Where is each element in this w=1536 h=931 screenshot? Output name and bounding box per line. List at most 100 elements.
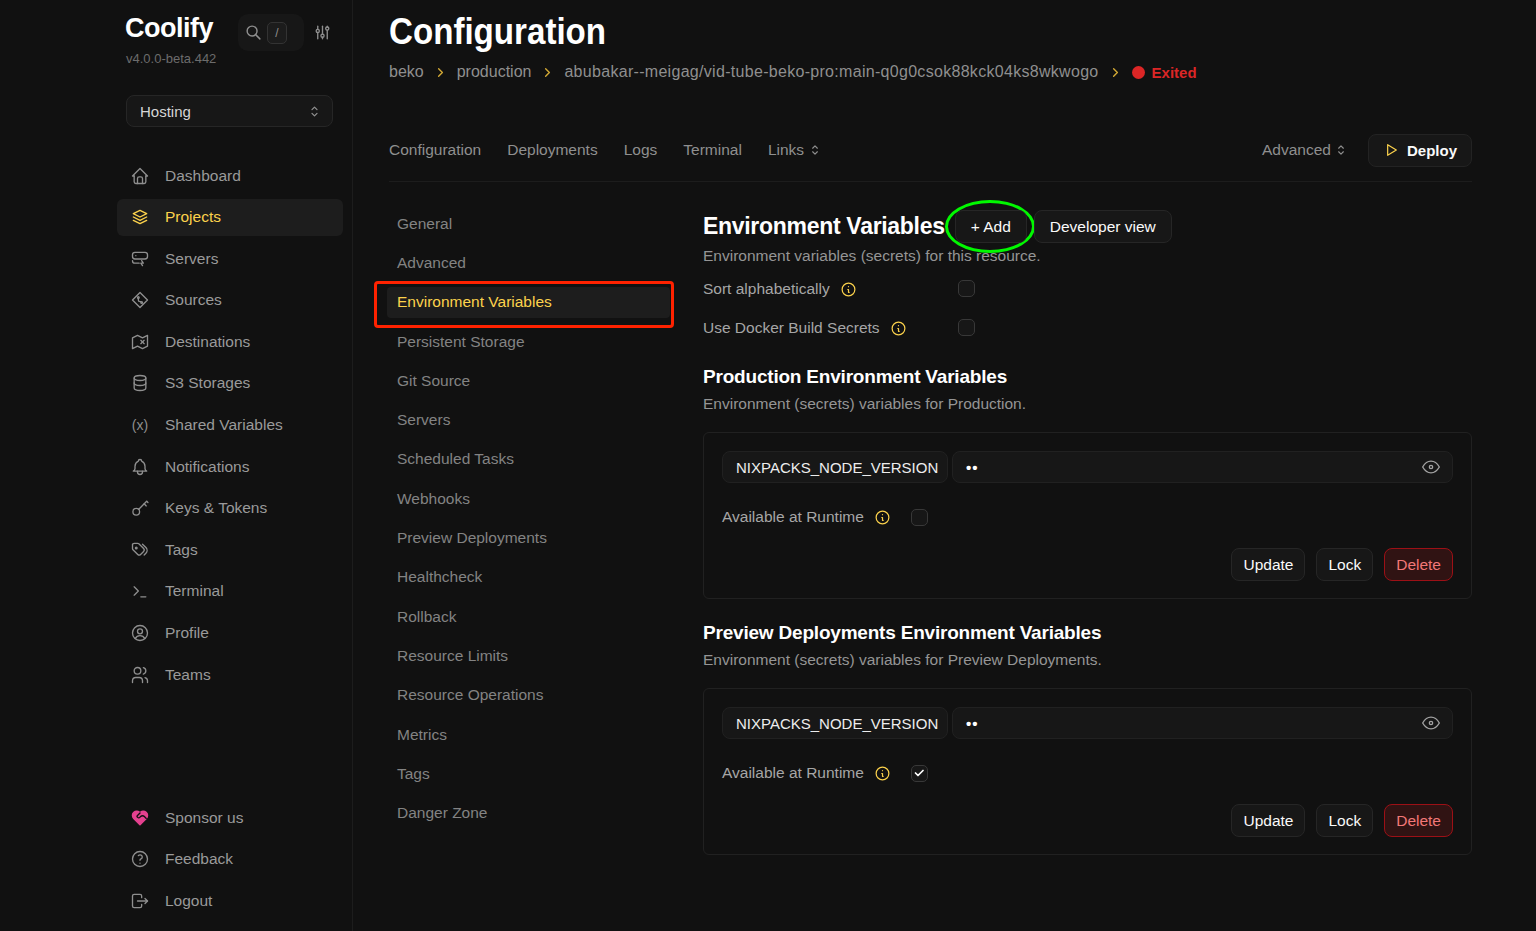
- subnav-item-scheduled-tasks[interactable]: Scheduled Tasks: [387, 444, 670, 475]
- sidebar-item-terminal[interactable]: Terminal: [117, 573, 343, 610]
- user-circle-icon: [130, 623, 150, 643]
- subnav-item-general[interactable]: General: [387, 208, 670, 239]
- status-dot: [1132, 66, 1145, 79]
- sidebar-item-feedback[interactable]: Feedback: [117, 841, 343, 878]
- subnav-item-resource-limits[interactable]: Resource Limits: [387, 640, 670, 671]
- sidebar-nav: Dashboard Projects Servers Sources Desti…: [117, 157, 343, 698]
- env-subtitle: Environment variables (secrets) for this…: [703, 246, 1472, 266]
- var-card-actions: Update Lock Delete: [722, 548, 1453, 581]
- sidebar-item-teams[interactable]: Teams: [117, 656, 343, 693]
- breadcrumb-project[interactable]: beko: [389, 63, 424, 81]
- page-title: Configuration: [389, 11, 606, 53]
- tab-configuration[interactable]: Configuration: [389, 141, 481, 159]
- update-button[interactable]: Update: [1231, 548, 1305, 581]
- tabbar-divider: [389, 181, 1472, 182]
- tabbar: Configuration Deployments Logs Terminal …: [389, 133, 1472, 167]
- runtime-label: Available at Runtime: [722, 764, 864, 782]
- sort-alphabetically-label: Sort alphabetically: [703, 280, 830, 298]
- chevron-right-icon: [540, 65, 555, 80]
- var-value-input[interactable]: ••: [952, 451, 1453, 483]
- tab-links[interactable]: Links: [768, 141, 822, 159]
- lock-button[interactable]: Lock: [1316, 548, 1373, 581]
- subnav-item-rollback[interactable]: Rollback: [387, 601, 670, 632]
- subnav-item-metrics[interactable]: Metrics: [387, 719, 670, 750]
- chevron-right-icon: [1108, 65, 1123, 80]
- var-name-input[interactable]: NIXPACKS_NODE_VERSION: [722, 451, 948, 483]
- tab-logs[interactable]: Logs: [624, 141, 658, 159]
- sidebar-item-label: Profile: [165, 624, 209, 642]
- deploy-label: Deploy: [1407, 142, 1457, 159]
- subnav-item-servers[interactable]: Servers: [387, 404, 670, 435]
- sidebar-item-notifications[interactable]: Notifications: [117, 448, 343, 485]
- docker-build-secrets-row: Use Docker Build Secrets: [703, 319, 1472, 337]
- advanced-select[interactable]: Advanced: [1262, 141, 1348, 159]
- update-button[interactable]: Update: [1231, 804, 1305, 837]
- sidebar-item-dashboard[interactable]: Dashboard: [117, 157, 343, 194]
- sidebar: Coolify / v4.0.0-beta.442 Hosting Dashbo…: [0, 0, 353, 931]
- tab-links-label: Links: [768, 141, 804, 159]
- heart-handshake-icon: [130, 808, 150, 828]
- team-select[interactable]: Hosting: [126, 95, 333, 127]
- sidebar-item-keys-tokens[interactable]: Keys & Tokens: [117, 490, 343, 527]
- var-row: NIXPACKS_NODE_VERSION ••: [722, 451, 1453, 483]
- env-heading-row: Environment Variables + Add Developer vi…: [703, 210, 1472, 243]
- sidebar-item-label: Destinations: [165, 333, 250, 351]
- sidebar-item-servers[interactable]: Servers: [117, 240, 343, 277]
- var-name-input[interactable]: NIXPACKS_NODE_VERSION: [722, 707, 948, 739]
- subnav-item-resource-operations[interactable]: Resource Operations: [387, 680, 670, 711]
- help-circle-icon: [130, 849, 150, 869]
- delete-button[interactable]: Delete: [1384, 804, 1453, 837]
- sidebar-item-label: Shared Variables: [165, 416, 283, 434]
- subnav-item-preview-deployments[interactable]: Preview Deployments: [387, 522, 670, 553]
- sidebar-item-destinations[interactable]: Destinations: [117, 323, 343, 360]
- advanced-label: Advanced: [1262, 141, 1331, 159]
- sidebar-item-projects[interactable]: Projects: [117, 199, 343, 236]
- tab-deployments[interactable]: Deployments: [507, 141, 597, 159]
- subnav-item-webhooks[interactable]: Webhooks: [387, 483, 670, 514]
- settings-sliders-icon[interactable]: [313, 23, 332, 42]
- play-icon: [1383, 142, 1399, 158]
- env-title: Environment Variables: [703, 213, 945, 240]
- sidebar-item-sponsor[interactable]: Sponsor us: [117, 799, 343, 836]
- terminal-icon: [130, 581, 150, 601]
- sidebar-item-logout[interactable]: Logout: [117, 882, 343, 919]
- runtime-checkbox-checked[interactable]: [911, 765, 928, 782]
- var-row: NIXPACKS_NODE_VERSION ••: [722, 707, 1453, 739]
- subnav-item-persistent-storage[interactable]: Persistent Storage: [387, 326, 670, 357]
- var-value-masked: ••: [966, 715, 979, 732]
- eye-icon[interactable]: [1421, 713, 1441, 733]
- lock-button[interactable]: Lock: [1316, 804, 1373, 837]
- subnav-item-healthcheck[interactable]: Healthcheck: [387, 562, 670, 593]
- sidebar-item-shared-variables[interactable]: (x)Shared Variables: [117, 407, 343, 444]
- tab-terminal[interactable]: Terminal: [683, 141, 742, 159]
- preview-var-card: NIXPACKS_NODE_VERSION •• Available at Ru…: [703, 688, 1472, 855]
- key-icon: [130, 498, 150, 518]
- docker-build-secrets-checkbox[interactable]: [958, 319, 975, 336]
- search-box[interactable]: /: [238, 14, 304, 51]
- config-subnav: General Advanced Environment Variables P…: [387, 208, 670, 837]
- sidebar-item-label: Sources: [165, 291, 222, 309]
- sort-alphabetically-checkbox[interactable]: [958, 280, 975, 297]
- subnav-item-git-source[interactable]: Git Source: [387, 365, 670, 396]
- app-logo: Coolify: [125, 13, 213, 44]
- subnav-item-advanced[interactable]: Advanced: [387, 247, 670, 278]
- var-value-input[interactable]: ••: [952, 707, 1453, 739]
- subnav-item-tags[interactable]: Tags: [387, 758, 670, 789]
- add-button[interactable]: + Add: [955, 210, 1027, 243]
- subnav-item-environment-variables[interactable]: Environment Variables: [387, 287, 670, 318]
- sidebar-item-profile[interactable]: Profile: [117, 615, 343, 652]
- breadcrumb-environment[interactable]: production: [457, 63, 532, 81]
- runtime-checkbox[interactable]: [911, 509, 928, 526]
- eye-icon[interactable]: [1421, 457, 1441, 477]
- info-icon: [874, 509, 891, 526]
- sidebar-item-tags[interactable]: Tags: [117, 531, 343, 568]
- chevron-right-icon: [433, 65, 448, 80]
- info-icon: [874, 765, 891, 782]
- delete-button[interactable]: Delete: [1384, 548, 1453, 581]
- sidebar-item-s3-storages[interactable]: S3 Storages: [117, 365, 343, 402]
- deploy-button[interactable]: Deploy: [1368, 134, 1472, 167]
- subnav-item-danger-zone[interactable]: Danger Zone: [387, 797, 670, 828]
- developer-view-button[interactable]: Developer view: [1034, 210, 1172, 243]
- sidebar-item-sources[interactable]: Sources: [117, 282, 343, 319]
- breadcrumb-resource[interactable]: abubakar--meigag/vid-tube-beko-pro:main-…: [564, 63, 1098, 81]
